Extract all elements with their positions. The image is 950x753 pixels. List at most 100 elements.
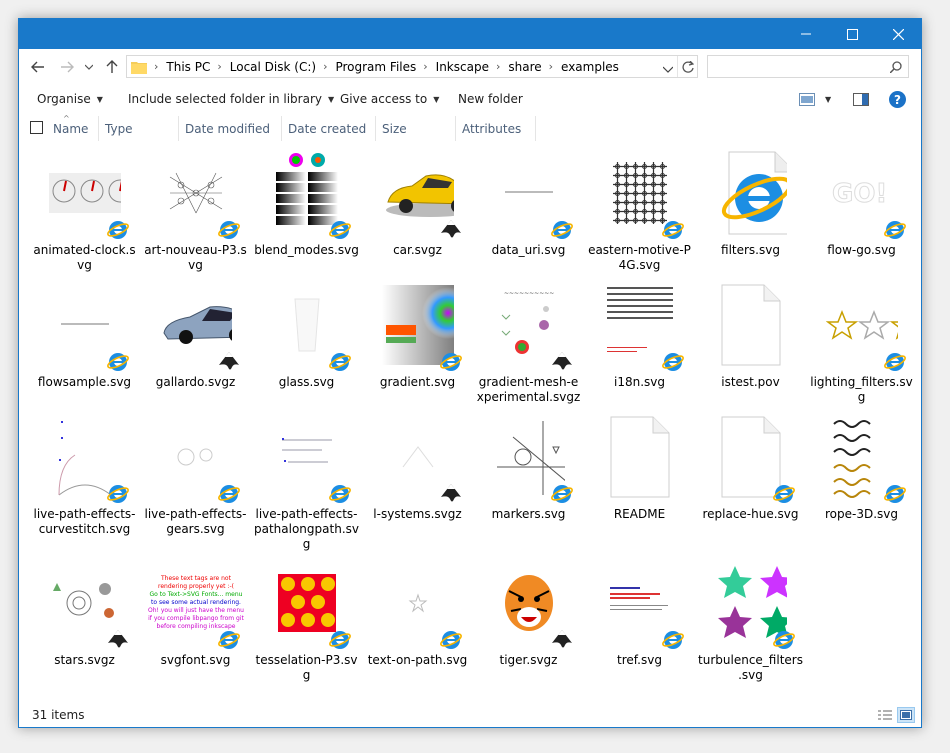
ie-overlay-icon [218,629,240,651]
file-item[interactable]: istest.pov [695,279,806,409]
breadcrumb-local-disk[interactable]: Local Disk (C:) [230,60,316,74]
file-name-label: tesselation-P3.sv g [251,653,362,683]
file-item[interactable]: lighting_filters.sv g [806,279,917,409]
title-bar[interactable] [19,19,921,49]
file-name-line: art-nouveau-P3.s [144,243,247,257]
column-type[interactable]: Type [99,116,179,141]
view-options-button[interactable]: ▼ [799,93,831,106]
chevron-down-icon [662,66,674,73]
file-item[interactable]: live-path-effects-pathalongpath.sv g [251,411,362,551]
file-item[interactable]: rope-3D.svg [806,411,917,541]
file-thumbnail [604,411,676,503]
file-name-label: svgfont.svg [140,653,251,668]
file-name-label: gradient.svg [362,375,473,390]
svgfont-thumb-line: Go to Text->SVG Fonts... menu [149,591,243,598]
chevron-right-icon: › [217,60,222,73]
breadcrumb-program-files[interactable]: Program Files [335,60,416,74]
organise-button[interactable]: Organise ▼ [37,92,103,106]
large-icons-view-button[interactable] [897,707,915,723]
caret-down-icon: ▼ [327,94,335,104]
file-name-line: l-systems.svgz [373,507,462,521]
file-name-label: turbulence_filters .svg [695,653,806,683]
maximize-button[interactable] [829,19,875,49]
file-name-label: live-path-effects-gears.svg [140,507,251,537]
ie-overlay-icon [329,219,351,241]
file-item[interactable]: ~~~~~~~~~~ gradient-mesh-e xperimental.svg… [473,279,584,409]
file-item[interactable]: README [584,411,695,541]
file-name-line: markers.svg [491,507,566,521]
forward-button[interactable] [56,56,78,78]
file-item[interactable]: animated-clock.s vg [29,147,140,277]
file-item[interactable]: car.svgz [362,147,473,277]
file-item[interactable]: l-systems.svgz [362,411,473,541]
new-folder-button[interactable]: New folder [458,92,523,106]
file-item[interactable]: tref.svg [584,557,695,687]
file-item[interactable]: stars.svgz [29,557,140,687]
up-button[interactable] [101,56,123,78]
close-button[interactable] [875,19,921,49]
caret-down-icon: ▼ [433,94,440,104]
include-in-library-button[interactable]: Include selected folder in library ▼ [128,92,334,106]
file-item[interactable]: text-on-path.svg [362,557,473,687]
minimize-button[interactable] [783,19,829,49]
breadcrumb-inkscape[interactable]: Inkscape [436,60,489,74]
file-name-line: g [302,668,311,682]
file-item[interactable]: data_uri.svg [473,147,584,277]
chevron-right-icon: › [548,60,554,73]
file-item[interactable]: live-path-effects-curvestitch.svg [29,411,140,541]
file-item[interactable]: markers.svg [473,411,584,541]
file-name-label: art-nouveau-P3.s vg [140,243,251,273]
column-attributes[interactable]: Attributes [456,116,536,141]
ie-overlay-icon [884,219,906,241]
preview-pane-button[interactable] [853,93,869,109]
breadcrumb-examples[interactable]: examples [561,60,619,74]
file-item[interactable]: art-nouveau-P3.s vg [140,147,251,277]
column-size[interactable]: Size [376,116,456,141]
file-item[interactable]: replace-hue.svg [695,411,806,541]
chevron-right-icon: › [154,60,159,73]
give-access-button[interactable]: Give access to ▼ [340,92,439,106]
file-item[interactable]: i18n.svg [584,279,695,409]
breadcrumb-this-pc[interactable]: This PC [166,60,210,74]
column-name[interactable]: Name [47,116,99,141]
file-item[interactable]: tesselation-P3.sv g [251,557,362,687]
search-input[interactable] [707,55,909,78]
address-row: › This PC › Local Disk (C:) › Program Fi… [19,50,921,84]
select-all-checkbox[interactable] [30,121,43,134]
file-item[interactable]: These text tags are not rendering properl… [140,557,251,687]
file-name-line: 4G.svg [618,258,661,272]
file-name-line: gears.svg [166,522,225,536]
help-icon[interactable]: ? [889,91,906,108]
file-item[interactable]: tiger.svgz [473,557,584,687]
svgfont-thumb-line: to see some actual rendering. [151,599,241,606]
breadcrumb-share[interactable]: share [508,60,541,74]
inkscape-overlay-icon [107,629,129,651]
file-item[interactable]: gallardo.svgz [140,279,251,409]
file-item[interactable]: gradient.svg [362,279,473,409]
file-item[interactable]: blend_modes.svg [251,147,362,277]
file-item[interactable]: live-path-effects-gears.svg [140,411,251,541]
file-name-line: tiger.svgz [499,653,558,667]
caret-down-icon: ▼ [825,95,832,104]
recent-locations-button[interactable] [82,56,96,78]
file-name-line: vg [77,258,92,272]
folder-icon [131,61,147,74]
address-history-button[interactable] [662,62,674,76]
file-item[interactable]: eastern-motive-P 4G.svg [584,147,695,277]
svgfont-thumb-line: rendering properly yet :-( [158,583,234,590]
file-name-label: README [584,507,695,522]
address-bar[interactable]: › This PC › Local Disk (C:) › Program Fi… [126,55,698,78]
column-date-modified[interactable]: Date modified [179,116,282,141]
file-item[interactable]: GO! flow-go.svg [806,147,917,277]
column-date-created[interactable]: Date created [282,116,376,141]
refresh-button[interactable] [677,56,697,77]
chevron-down-icon [85,64,93,70]
details-view-button[interactable] [876,707,894,723]
file-item[interactable]: turbulence_filters .svg [695,557,806,687]
file-item[interactable]: glass.svg [251,279,362,409]
file-item[interactable]: flowsample.svg [29,279,140,409]
back-button[interactable] [27,56,49,78]
ie-overlay-icon [773,483,795,505]
file-item[interactable]: filters.svg [695,147,806,277]
inkscape-overlay-icon [440,483,462,505]
